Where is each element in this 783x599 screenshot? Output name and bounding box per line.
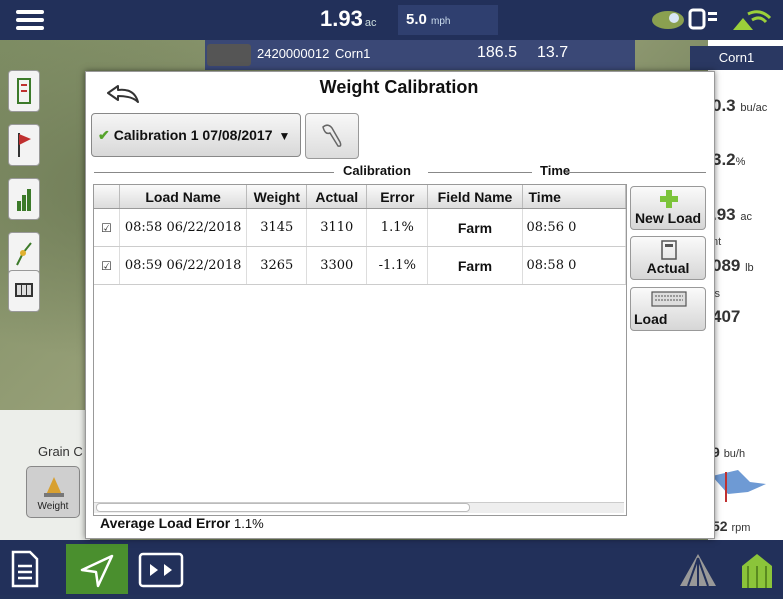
readout-yield: 0.3 bu/ac (712, 96, 768, 115)
cell-weight: 3145 (246, 208, 308, 247)
tab-chart[interactable] (8, 178, 40, 220)
menu-button[interactable] (0, 0, 60, 40)
actual-button[interactable]: Actual (630, 236, 706, 280)
speed-unit: mph (431, 16, 451, 27)
tab-flag[interactable] (8, 124, 40, 166)
cell-field-name: Farm (427, 208, 523, 247)
average-load-error-value: 1.1% (234, 516, 264, 531)
cell-actual[interactable]: 3300 (306, 246, 368, 285)
combine-diagram-icon (712, 470, 766, 502)
group-header-time: Time (540, 163, 571, 178)
average-load-error-label: Average Load Error (100, 515, 231, 531)
table-header-row: Load Name Weight Actual Error Field Name… (94, 185, 626, 209)
cell-time: 08:56 0 (522, 208, 626, 247)
load-button-label: Load (634, 311, 668, 327)
area-unit: ac (364, 17, 377, 29)
readout-loads: 407 (712, 307, 741, 326)
wrench-icon (322, 124, 342, 147)
table-row[interactable]: ☑ 08:58 06/22/2018 3145 3110 1.1% Farm 0… (94, 208, 626, 247)
load-button[interactable]: Load (630, 287, 706, 331)
row-checkbox[interactable]: ☑ (94, 208, 120, 247)
group-divider (94, 172, 334, 173)
list-icon (17, 78, 31, 104)
dialog-title: Weight Calibration (319, 77, 479, 97)
column-header-select[interactable] (94, 185, 120, 209)
readout-rpm: 52 rpm (712, 518, 751, 534)
plus-icon (660, 190, 678, 208)
readout-flow: 9 bu/h (712, 444, 746, 460)
cell-load-name: 08:59 06/22/2018 (119, 246, 248, 285)
cell-error: 1.1% (366, 208, 429, 247)
group-header-calibration: Calibration (343, 163, 411, 178)
column-header-error[interactable]: Error (366, 185, 429, 209)
flag-icon (18, 133, 31, 157)
area-readout: 1.93 ac (320, 6, 376, 32)
cell-actual[interactable]: 3110 (306, 208, 368, 247)
cell-error: -1.1% (366, 246, 429, 285)
table-row[interactable]: ☑ 08:59 06/22/2018 3265 3300 -1.1% Farm … (94, 246, 626, 285)
column-header-load-name[interactable]: Load Name (119, 185, 248, 209)
strip-value-2: 13.7 (537, 44, 569, 61)
readout-weight: 089 lb (712, 256, 754, 275)
field-id[interactable]: 2420000012 (257, 46, 329, 61)
gps-icon (652, 11, 684, 29)
cell-time: 08:58 0 (522, 246, 626, 285)
weight-button-label: Weight (37, 501, 69, 512)
settings-wrench-button[interactable] (305, 113, 359, 159)
actual-button-label: Actual (646, 260, 690, 276)
guidance-line-icon (16, 242, 32, 266)
calibration-dropdown[interactable]: ✔ Calibration 1 07/08/2017 ▼ (91, 113, 301, 157)
field-rows-icon[interactable] (676, 550, 720, 590)
strip-value-1: 186.5 (477, 44, 518, 61)
check-icon: ✔ (98, 127, 110, 143)
tab-counter[interactable] (8, 270, 40, 312)
speed-readout: 5.0 mph (398, 5, 498, 35)
navigation-arrow-icon (80, 554, 114, 588)
dropdown-arrow-icon: ▼ (278, 129, 291, 143)
navigation-button[interactable] (66, 544, 128, 594)
area-value: 1.93 (320, 6, 363, 31)
split-view-icon[interactable] (138, 552, 184, 588)
tab-guidance[interactable] (8, 232, 40, 274)
column-header-weight[interactable]: Weight (246, 185, 308, 209)
tab-list[interactable] (8, 70, 40, 112)
combine-icon (207, 44, 251, 66)
cell-field-name: Farm (427, 246, 523, 285)
calibration-loads-table: Load Name Weight Actual Error Field Name… (93, 184, 627, 516)
group-divider (428, 172, 532, 173)
group-divider (566, 172, 706, 173)
row-checkbox[interactable]: ☑ (94, 246, 120, 285)
calculator-icon (661, 240, 677, 260)
right-panel-header: Corn1 (690, 46, 783, 70)
counter-icon (15, 283, 33, 297)
display-icon (688, 8, 717, 30)
crop-name[interactable]: Corn1 (335, 46, 370, 61)
vehicle-strip: 2420000012 Corn1 186.5 13.7 (205, 40, 635, 70)
scrollbar-thumb[interactable] (96, 503, 470, 512)
bar-chart-icon (17, 189, 31, 211)
weight-button[interactable]: Weight (26, 466, 80, 518)
grain-panel-label: Grain C (38, 444, 83, 459)
new-load-button[interactable]: New Load (630, 186, 706, 230)
grain-bin-icon[interactable] (738, 550, 776, 590)
scale-icon (44, 477, 64, 497)
document-icon[interactable] (10, 550, 40, 588)
column-header-time[interactable]: Time (522, 185, 626, 209)
cell-weight: 3265 (246, 246, 308, 285)
readout-area: .93 ac (712, 205, 752, 224)
keyboard-icon (651, 291, 687, 307)
new-load-button-label: New Load (634, 210, 702, 226)
cell-load-name: 08:58 06/22/2018 (119, 208, 248, 247)
speed-value: 5.0 (406, 11, 427, 28)
column-header-field-name[interactable]: Field Name (427, 185, 523, 209)
column-header-actual[interactable]: Actual (306, 185, 368, 209)
status-icons[interactable] (648, 4, 783, 36)
calibration-dropdown-value: Calibration 1 07/08/2017 (113, 127, 273, 143)
signal-icon (733, 10, 772, 30)
readout-moisture: 3.2% (712, 150, 746, 169)
